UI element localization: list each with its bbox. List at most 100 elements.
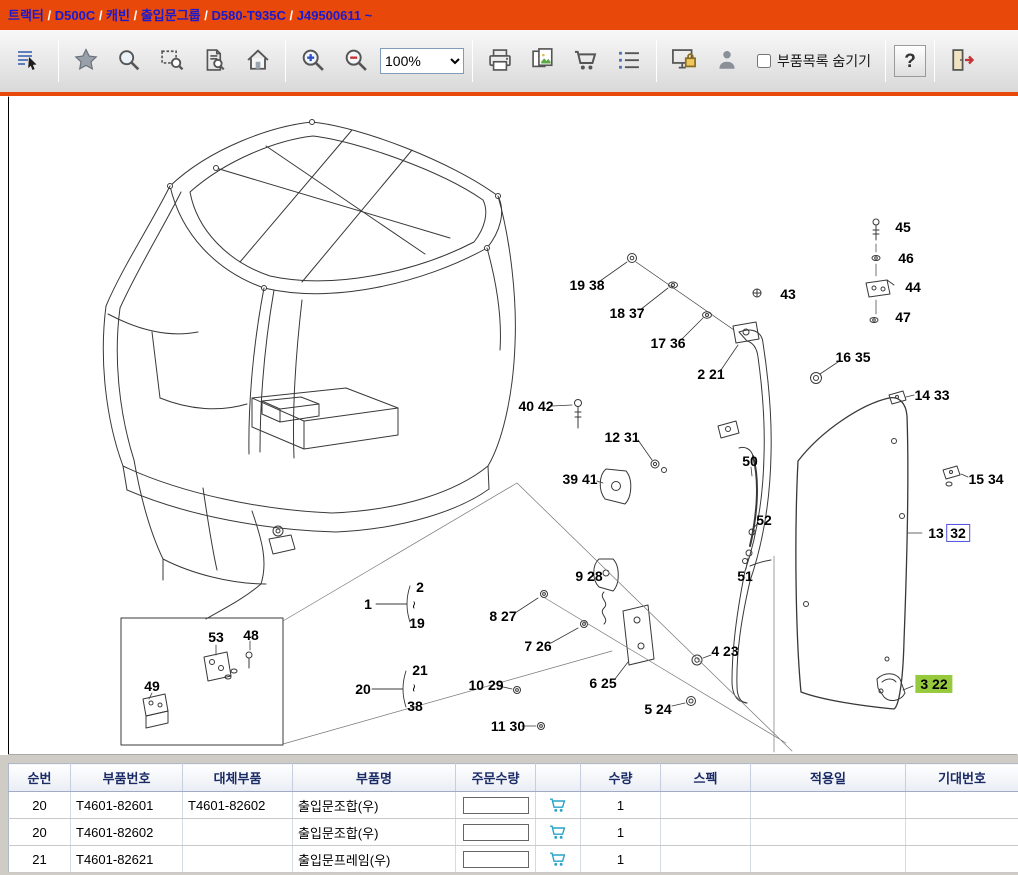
region-zoom-button[interactable] [153, 39, 191, 83]
table-row[interactable]: 20 T4601-82601 T4601-82602 출입문조합(우) 1 [9, 792, 1018, 819]
cart-button[interactable] [567, 39, 605, 83]
part-callout[interactable]: 11 30 [491, 718, 525, 734]
part-callout[interactable]: 39 41 [562, 471, 597, 487]
parts-list-button[interactable] [610, 39, 648, 83]
part-callout[interactable]: 49 [144, 678, 160, 694]
list-icon [615, 46, 643, 77]
home-button[interactable] [239, 39, 277, 83]
search-button[interactable] [110, 39, 148, 83]
part-callout[interactable]: 15 34 [968, 471, 1003, 487]
order-qty-input[interactable] [463, 851, 529, 868]
add-to-cart-button[interactable] [548, 795, 568, 815]
part-callout[interactable]: 8 27 [489, 608, 516, 624]
part-callout[interactable]: 45 [895, 219, 911, 235]
part-callout[interactable]: 40 42 [518, 398, 553, 414]
header-spec: 스펙 [661, 764, 751, 792]
document-search-icon [201, 46, 229, 77]
part-callout[interactable]: 47 [895, 309, 911, 325]
part-callout[interactable]: 9 28 [575, 568, 602, 584]
parts-table-body: 20 T4601-82601 T4601-82602 출입문조합(우) 1 20… [9, 792, 1018, 873]
add-to-cart-button[interactable] [548, 822, 568, 842]
zoom-in-button[interactable] [294, 39, 332, 83]
cell-apply-date [751, 819, 906, 846]
part-callout[interactable]: 38 [407, 698, 423, 714]
part-callout[interactable]: 12 31 [604, 429, 639, 445]
breadcrumb-segment[interactable]: 트랙터 [8, 8, 44, 23]
part-callout[interactable]: 20 [355, 681, 371, 697]
cell-part-name: 출입문조합(우) [293, 819, 456, 846]
part-callout[interactable]: 7 26 [524, 638, 551, 654]
breadcrumb-segment[interactable]: 캐빈 [106, 8, 130, 23]
favorites-button[interactable] [67, 39, 105, 83]
part-callout[interactable]: 3 22 [915, 675, 952, 693]
cell-seq: 20 [9, 792, 71, 819]
part-callout[interactable]: 6 25 [589, 675, 616, 691]
cell-alt-part [183, 846, 293, 873]
breadcrumb-separator: / [286, 8, 297, 23]
breadcrumb-separator: / [130, 8, 141, 23]
cell-part-no: T4601-82621 [71, 846, 183, 873]
part-callout[interactable]: 43 [780, 286, 796, 302]
order-qty-input[interactable] [463, 824, 529, 841]
part-callout[interactable]: 48 [243, 627, 259, 643]
cell-spec [661, 819, 751, 846]
add-to-cart-button[interactable] [548, 849, 568, 869]
screen-capture-button[interactable] [665, 39, 703, 83]
part-callout[interactable]: 14 33 [914, 387, 949, 403]
part-callout[interactable]: 1 [364, 596, 372, 612]
breadcrumb-segment[interactable]: 출입문그룹 [141, 8, 201, 23]
order-qty-input[interactable] [463, 797, 529, 814]
zoom-level-select[interactable]: 100% [380, 48, 464, 74]
toolbar-separator [285, 40, 286, 82]
part-callout[interactable]: 16 35 [835, 349, 870, 365]
hide-parts-checkbox[interactable] [757, 54, 771, 68]
exit-button[interactable] [943, 39, 981, 83]
cell-qty: 1 [581, 792, 661, 819]
breadcrumb-segment[interactable]: J49500611 ~ [297, 8, 373, 23]
screen-lock-icon [670, 46, 698, 77]
header-apply-date: 적용일 [751, 764, 906, 792]
person-icon [713, 46, 741, 77]
part-callout[interactable]: 13 [928, 525, 944, 541]
header-seq: 순번 [9, 764, 71, 792]
zoom-in-icon [299, 46, 327, 77]
cell-alt-part [183, 819, 293, 846]
table-row[interactable]: 21 T4601-82621 출입문프레임(우) 1 [9, 846, 1018, 873]
cell-spec [661, 792, 751, 819]
part-callout[interactable]: ~ [406, 601, 422, 609]
help-button[interactable]: ? [894, 45, 926, 77]
part-callout[interactable]: 18 37 [609, 305, 644, 321]
print-icon [486, 46, 514, 77]
part-callout[interactable]: 51 [737, 568, 753, 584]
header-alt-part: 대체부품 [183, 764, 293, 792]
part-callout[interactable]: 44 [905, 279, 921, 295]
part-callout[interactable]: 19 [409, 615, 425, 631]
part-callout[interactable]: 2 21 [697, 366, 724, 382]
part-callout[interactable]: 53 [208, 629, 224, 645]
export-image-button[interactable] [524, 39, 562, 83]
part-callout[interactable]: 32 [946, 524, 970, 542]
part-callout[interactable]: 50 [742, 453, 758, 469]
part-callout[interactable]: 52 [756, 512, 772, 528]
parts-list-toggle-button[interactable] [6, 39, 50, 83]
part-callout[interactable]: 10 29 [468, 677, 503, 693]
print-button[interactable] [481, 39, 519, 83]
toolbar: 100% 부품목록 숨기기 ? [0, 30, 1018, 96]
cell-qty: 1 [581, 819, 661, 846]
breadcrumb-segment[interactable]: D580-T935C [211, 8, 285, 23]
part-callout[interactable]: 46 [898, 250, 914, 266]
user-button[interactable] [708, 39, 746, 83]
header-machine-no: 기대번호 [906, 764, 1018, 792]
part-callout[interactable]: 21 [412, 662, 428, 678]
part-callout[interactable]: ~ [406, 684, 422, 692]
breadcrumb-segment[interactable]: D500C [55, 8, 95, 23]
zoom-out-button[interactable] [337, 39, 375, 83]
cell-part-name: 출입문조합(우) [293, 792, 456, 819]
part-callout[interactable]: 19 38 [569, 277, 604, 293]
part-callout[interactable]: 4 23 [711, 643, 738, 659]
part-callout[interactable]: 17 36 [650, 335, 685, 351]
part-callout[interactable]: 5 24 [644, 701, 671, 717]
part-callout[interactable]: 2 [416, 579, 424, 595]
table-row[interactable]: 20 T4601-82602 출입문조합(우) 1 [9, 819, 1018, 846]
document-search-button[interactable] [196, 39, 234, 83]
